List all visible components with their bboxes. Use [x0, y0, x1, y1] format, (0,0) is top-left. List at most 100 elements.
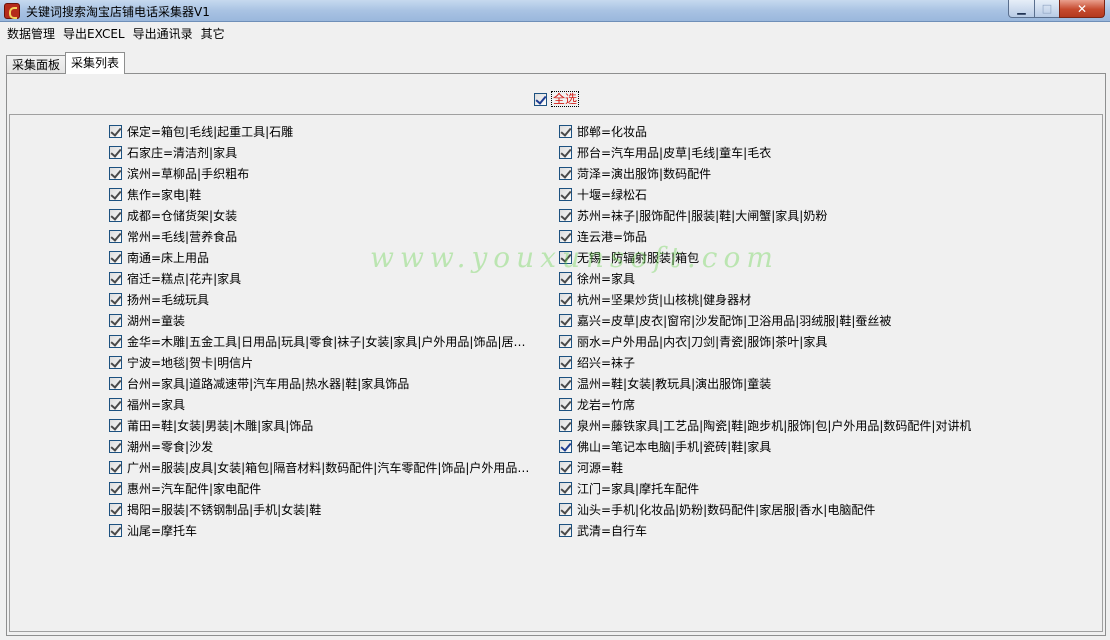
- checkbox-icon[interactable]: [109, 272, 122, 285]
- city-category-label: 温州=鞋|女装|教玩具|演出服饰|童装: [577, 377, 772, 391]
- city-checkbox-item[interactable]: 十堰=绿松石: [559, 184, 989, 205]
- checkbox-icon[interactable]: [109, 230, 122, 243]
- menu-export-excel[interactable]: 导出EXCEL: [59, 24, 129, 44]
- checkbox-icon[interactable]: [109, 461, 122, 474]
- city-checkbox-item[interactable]: 金华=木雕|五金工具|日用品|玩具|零食|袜子|女装|家具|户外用品|饰品|居…: [109, 331, 529, 352]
- city-checkbox-item[interactable]: 台州=家具|道路减速带|汽车用品|热水器|鞋|家具饰品: [109, 373, 529, 394]
- city-checkbox-item[interactable]: 龙岩=竹席: [559, 394, 989, 415]
- checkbox-icon[interactable]: [559, 251, 572, 264]
- city-checkbox-item[interactable]: 无锡=防辐射服装|箱包: [559, 247, 989, 268]
- checkbox-icon[interactable]: [559, 125, 572, 138]
- city-checkbox-item[interactable]: 潮州=零食|沙发: [109, 436, 529, 457]
- city-checkbox-item[interactable]: 杭州=坚果炒货|山核桃|健身器材: [559, 289, 989, 310]
- city-checkbox-item[interactable]: 嘉兴=皮草|皮衣|窗帘|沙发配饰|卫浴用品|羽绒服|鞋|蚕丝被: [559, 310, 989, 331]
- close-button[interactable]: ✕: [1059, 0, 1105, 18]
- menu-other[interactable]: 其它: [197, 24, 229, 44]
- city-checkbox-item[interactable]: 宁波=地毯|贺卡|明信片: [109, 352, 529, 373]
- city-checkbox-item[interactable]: 南通=床上用品: [109, 247, 529, 268]
- city-checkbox-item[interactable]: 河源=鞋: [559, 457, 989, 478]
- checkbox-icon[interactable]: [559, 461, 572, 474]
- checkbox-icon[interactable]: [109, 440, 122, 453]
- city-checkbox-item[interactable]: 惠州=汽车配件|家电配件: [109, 478, 529, 499]
- city-checkbox-item[interactable]: 成都=仓储货架|女装: [109, 205, 529, 226]
- city-category-label: 宁波=地毯|贺卡|明信片: [127, 356, 254, 370]
- city-checkbox-item[interactable]: 温州=鞋|女装|教玩具|演出服饰|童装: [559, 373, 989, 394]
- checkbox-icon[interactable]: [109, 377, 122, 390]
- checkbox-icon[interactable]: [109, 524, 122, 537]
- maximize-button[interactable]: □: [1034, 0, 1060, 18]
- menu-data-management[interactable]: 数据管理: [3, 24, 59, 44]
- city-checkbox-item[interactable]: 湖州=童装: [109, 310, 529, 331]
- city-checkbox-item[interactable]: 焦作=家电|鞋: [109, 184, 529, 205]
- city-checkbox-item[interactable]: 常州=毛线|营养食品: [109, 226, 529, 247]
- checkbox-icon[interactable]: [534, 92, 547, 106]
- checkbox-icon[interactable]: [559, 272, 572, 285]
- checkbox-icon[interactable]: [559, 209, 572, 222]
- city-checkbox-item[interactable]: 石家庄=清洁剂|家具: [109, 142, 529, 163]
- checkbox-icon[interactable]: [559, 398, 572, 411]
- city-checkbox-item[interactable]: 汕尾=摩托车: [109, 520, 529, 541]
- tab-collect-panel[interactable]: 采集面板: [6, 55, 67, 74]
- city-checkbox-item[interactable]: 莆田=鞋|女装|男装|木雕|家具|饰品: [109, 415, 529, 436]
- checkbox-icon[interactable]: [559, 188, 572, 201]
- city-category-label: 河源=鞋: [577, 461, 624, 475]
- city-checkbox-item[interactable]: 菏泽=演出服饰|数码配件: [559, 163, 989, 184]
- checkbox-icon[interactable]: [559, 440, 572, 453]
- city-category-label: 徐州=家具: [577, 272, 636, 286]
- select-all-label[interactable]: 全选: [551, 91, 580, 107]
- city-category-label: 苏州=袜子|服饰配件|服装|鞋|大闸蟹|家具|奶粉: [577, 209, 828, 223]
- city-checkbox-item[interactable]: 宿迁=糕点|花卉|家具: [109, 268, 529, 289]
- checkbox-icon[interactable]: [559, 503, 572, 516]
- city-checkbox-item[interactable]: 保定=箱包|毛线|起重工具|石雕: [109, 121, 529, 142]
- city-checkbox-item[interactable]: 江门=家具|摩托车配件: [559, 478, 989, 499]
- city-checkbox-item[interactable]: 泉州=藤铁家具|工艺品|陶瓷|鞋|跑步机|服饰|包|户外用品|数码配件|对讲机: [559, 415, 989, 436]
- city-checkbox-item[interactable]: 邯郸=化妆品: [559, 121, 989, 142]
- checkbox-icon[interactable]: [109, 167, 122, 180]
- city-checkbox-item[interactable]: 广州=服装|皮具|女装|箱包|隔音材料|数码配件|汽车零配件|饰品|户外用品…: [109, 457, 529, 478]
- city-checkbox-item[interactable]: 邢台=汽车用品|皮草|毛线|童车|毛衣: [559, 142, 989, 163]
- city-checkbox-item[interactable]: 苏州=袜子|服饰配件|服装|鞋|大闸蟹|家具|奶粉: [559, 205, 989, 226]
- checkbox-icon[interactable]: [559, 524, 572, 537]
- city-checkbox-item[interactable]: 滨州=草柳品|手织粗布: [109, 163, 529, 184]
- city-category-label: 佛山=笔记本电脑|手机|瓷砖|鞋|家具: [577, 440, 772, 454]
- checkbox-icon[interactable]: [559, 377, 572, 390]
- city-category-label: 嘉兴=皮草|皮衣|窗帘|沙发配饰|卫浴用品|羽绒服|鞋|蚕丝被: [577, 314, 892, 328]
- checkbox-icon[interactable]: [109, 314, 122, 327]
- checkbox-icon[interactable]: [109, 209, 122, 222]
- menu-export-contacts[interactable]: 导出通讯录: [129, 24, 197, 44]
- checkbox-icon[interactable]: [559, 167, 572, 180]
- checkbox-icon[interactable]: [559, 482, 572, 495]
- checkbox-icon[interactable]: [109, 398, 122, 411]
- checkbox-icon[interactable]: [559, 293, 572, 306]
- city-checkbox-item[interactable]: 汕头=手机|化妆品|奶粉|数码配件|家居服|香水|电脑配件: [559, 499, 989, 520]
- city-checkbox-item[interactable]: 揭阳=服装|不锈钢制品|手机|女装|鞋: [109, 499, 529, 520]
- checkbox-icon[interactable]: [559, 314, 572, 327]
- checkbox-icon[interactable]: [559, 230, 572, 243]
- checkbox-icon[interactable]: [109, 146, 122, 159]
- city-checkbox-item[interactable]: 绍兴=袜子: [559, 352, 989, 373]
- checkbox-icon[interactable]: [109, 251, 122, 264]
- checkbox-icon[interactable]: [109, 482, 122, 495]
- city-checkbox-item[interactable]: 徐州=家具: [559, 268, 989, 289]
- checkbox-icon[interactable]: [559, 356, 572, 369]
- city-checkbox-item[interactable]: 连云港=饰品: [559, 226, 989, 247]
- city-checkbox-item[interactable]: 佛山=笔记本电脑|手机|瓷砖|鞋|家具: [559, 436, 989, 457]
- city-checkbox-item[interactable]: 武清=自行车: [559, 520, 989, 541]
- city-category-label: 宿迁=糕点|花卉|家具: [127, 272, 242, 286]
- city-checkbox-item[interactable]: 扬州=毛绒玩具: [109, 289, 529, 310]
- checkbox-icon[interactable]: [109, 335, 122, 348]
- checkbox-icon[interactable]: [559, 335, 572, 348]
- checkbox-icon[interactable]: [109, 125, 122, 138]
- checkbox-icon[interactable]: [109, 293, 122, 306]
- checkbox-icon[interactable]: [109, 419, 122, 432]
- checkbox-icon[interactable]: [109, 356, 122, 369]
- checkbox-icon[interactable]: [109, 503, 122, 516]
- checkbox-icon[interactable]: [559, 146, 572, 159]
- select-all-checkbox[interactable]: 全选: [534, 91, 580, 107]
- tab-collect-list[interactable]: 采集列表: [65, 52, 126, 74]
- checkbox-icon[interactable]: [109, 188, 122, 201]
- city-checkbox-item[interactable]: 丽水=户外用品|内衣|刀剑|青瓷|服饰|茶叶|家具: [559, 331, 989, 352]
- checkbox-icon[interactable]: [559, 419, 572, 432]
- minimize-button[interactable]: ▁: [1008, 0, 1035, 18]
- city-checkbox-item[interactable]: 福州=家具: [109, 394, 529, 415]
